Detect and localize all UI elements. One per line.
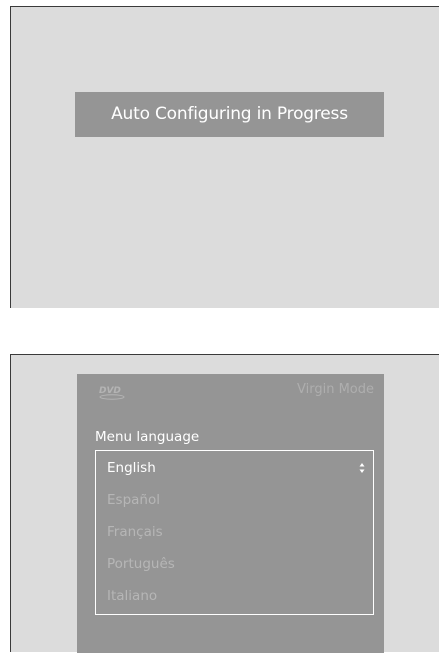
tv-screen-menu-language: DVD Virgin Mode Menu language English Es… bbox=[10, 354, 439, 653]
language-option-espanol[interactable]: Español bbox=[107, 492, 160, 508]
language-option-english[interactable]: English bbox=[107, 460, 156, 476]
language-list[interactable]: English Español Français Português Itali… bbox=[95, 450, 374, 615]
dvd-logo-icon: DVD bbox=[99, 386, 125, 400]
up-down-arrows-icon bbox=[359, 463, 365, 473]
mode-label: Virgin Mode bbox=[297, 382, 374, 397]
progress-banner: Auto Configuring in Progress bbox=[75, 92, 384, 137]
language-option-portugues[interactable]: Português bbox=[107, 556, 175, 572]
language-option-italiano[interactable]: Italiano bbox=[107, 588, 157, 604]
language-option-francais[interactable]: Français bbox=[107, 524, 163, 540]
tv-screen-auto-config: Auto Configuring in Progress bbox=[10, 6, 439, 308]
osd-panel: DVD Virgin Mode Menu language English Es… bbox=[77, 374, 384, 653]
menu-language-heading: Menu language bbox=[95, 429, 200, 445]
